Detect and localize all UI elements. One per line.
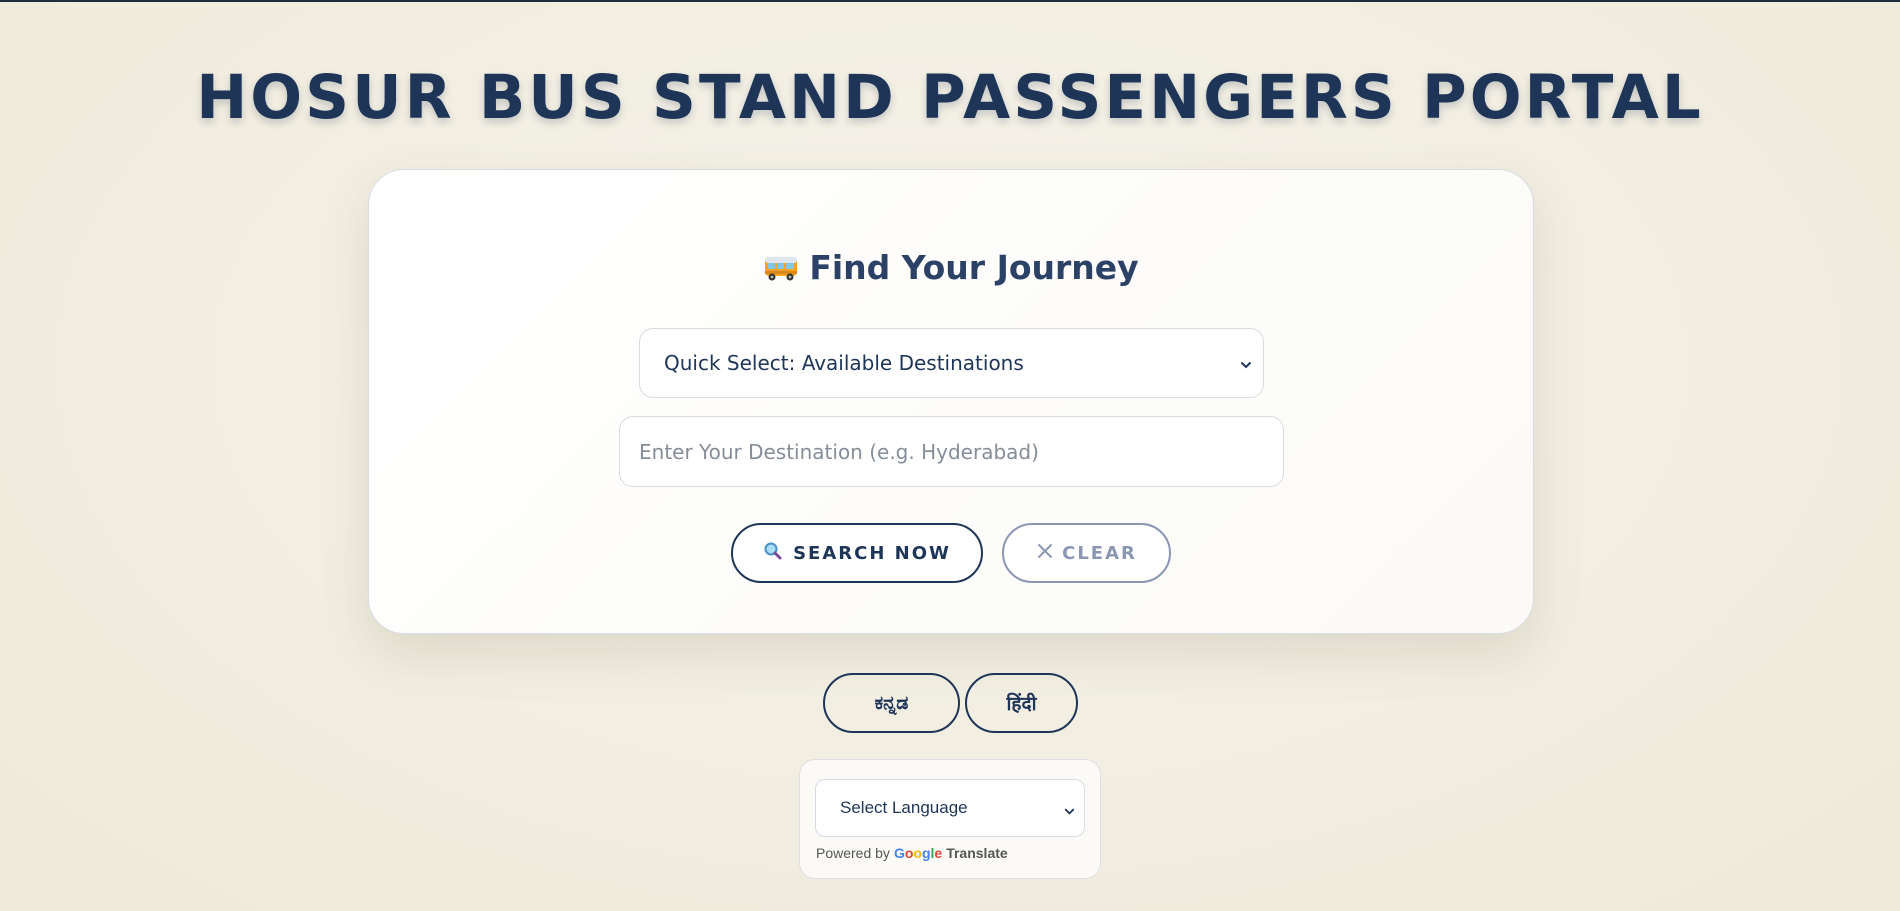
card-heading: Find Your Journey [369,248,1533,287]
google-logo[interactable]: Google [894,845,942,861]
powered-by-google: Powered by Google Translate [816,845,1008,861]
language-button-hindi[interactable]: हिंदी [965,673,1078,733]
translate-label: Translate [946,845,1008,861]
quick-select-dropdown[interactable]: Quick Select: Available Destinations [639,328,1264,398]
chevron-down-icon [1239,353,1253,369]
language-button-kannada[interactable]: ಕನ್ನಡ [823,673,960,733]
clear-button-label: CLEAR [1062,542,1137,564]
destination-input[interactable] [619,416,1284,487]
magnifier-icon [763,541,783,566]
close-icon [1036,542,1054,565]
card-heading-text: Find Your Journey [809,248,1139,287]
google-translate-widget: Select Language Powered by Google Transl… [799,759,1101,879]
select-language-dropdown[interactable]: Select Language [815,779,1085,837]
search-button[interactable]: SEARCH NOW [731,523,983,583]
powered-by-label: Powered by [816,845,890,861]
search-button-label: SEARCH NOW [793,542,951,564]
select-language-value: Select Language [840,798,968,817]
chevron-down-icon [1063,803,1076,816]
page-title: HOSUR BUS STAND PASSENGERS PORTAL [196,62,1704,133]
quick-select-value: Quick Select: Available Destinations [664,351,1024,375]
clear-button[interactable]: CLEAR [1002,523,1171,583]
search-card: Find Your Journey Quick Select: Availabl… [368,169,1534,634]
bus-icon [763,254,799,282]
